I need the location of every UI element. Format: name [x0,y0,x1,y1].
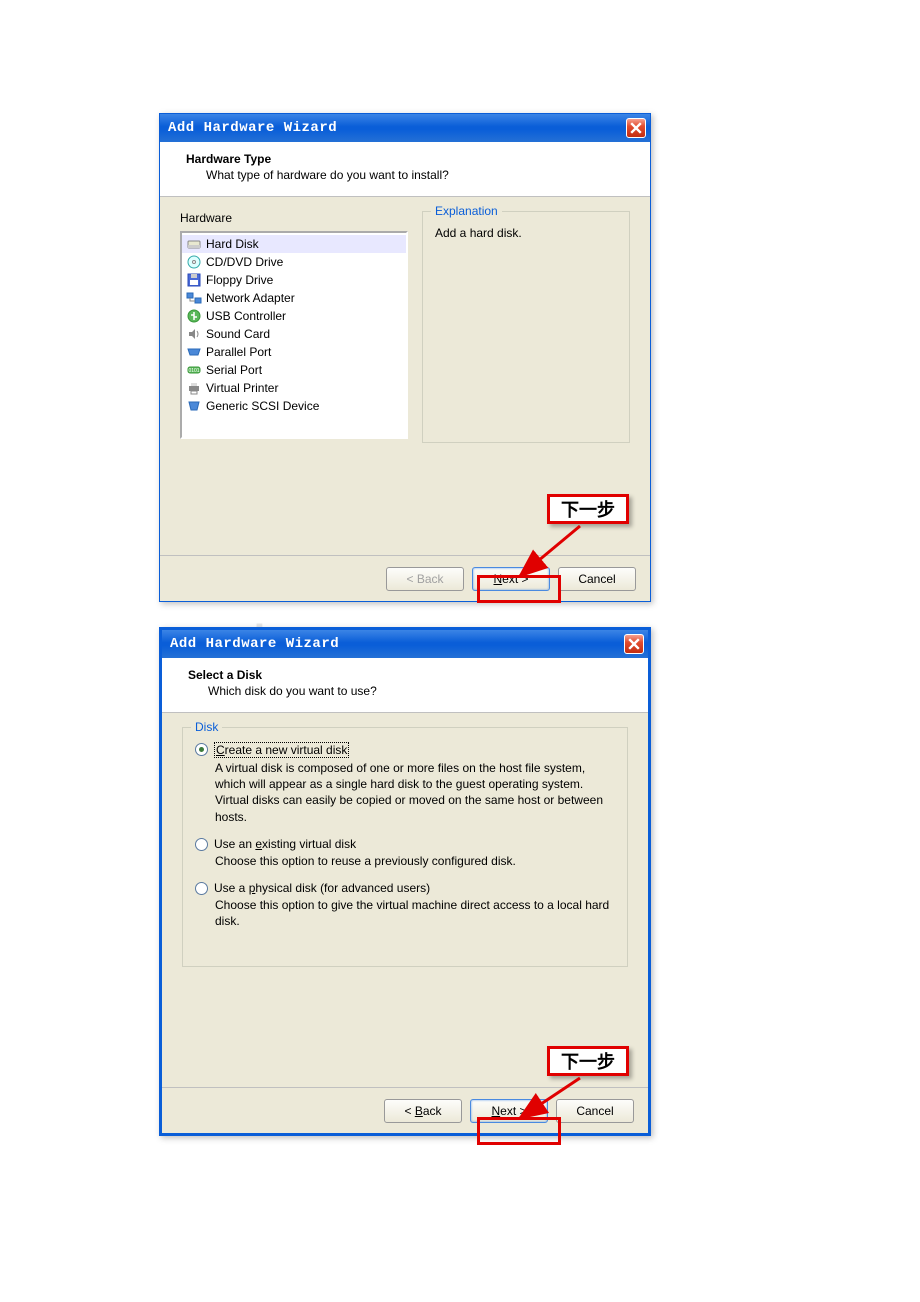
radio-label: Use an existing virtual disk [214,837,356,851]
annotation-callout-next-step: 下一步 [547,494,629,524]
close-icon [628,638,640,650]
radio-label: Use a physical disk (for advanced users) [214,881,430,895]
radio-option-use-physical[interactable]: Use a physical disk (for advanced users) [195,881,615,895]
cancel-button[interactable]: Cancel [558,567,636,591]
radio-label: Create a new virtual disk [214,742,349,758]
list-item-floppy[interactable]: Floppy Drive [182,271,406,289]
close-button[interactable] [624,634,644,654]
scsi-icon [186,398,202,414]
svg-text:0101: 0101 [188,368,199,374]
list-item-network[interactable]: Network Adapter [182,289,406,307]
explanation-legend: Explanation [431,204,502,218]
annotation-highlight-next-button [477,1117,561,1145]
list-item-hard-disk[interactable]: Hard Disk [182,235,406,253]
floppy-icon [186,272,202,288]
list-item-virtual-printer[interactable]: Virtual Printer [182,379,406,397]
wizard-header-title: Select a Disk [188,668,628,682]
radio-description: Choose this option to reuse a previously… [215,853,615,869]
list-item-label: Sound Card [206,327,270,341]
back-button[interactable]: < Back [384,1099,462,1123]
list-item-sound[interactable]: Sound Card [182,325,406,343]
dialog-title: Add Hardware Wizard [170,636,624,652]
list-item-label: USB Controller [206,309,286,323]
radio-description: Choose this option to give the virtual m… [215,897,615,929]
close-icon [630,122,642,134]
radio-description: A virtual disk is composed of one or mor… [215,760,615,825]
list-item-cd-dvd[interactable]: CD/DVD Drive [182,253,406,271]
wizard-header-subtitle: What type of hardware do you want to ins… [186,168,630,182]
list-item-label: Parallel Port [206,345,271,359]
explanation-text: Add a hard disk. [431,224,621,242]
wizard-header-subtitle: Which disk do you want to use? [188,684,628,698]
dialog-title: Add Hardware Wizard [168,120,626,136]
titlebar: Add Hardware Wizard [162,630,648,658]
annotation-callout-next-step: 下一步 [547,1046,629,1076]
list-item-serial[interactable]: 0101 Serial Port [182,361,406,379]
back-button: < Back [386,567,464,591]
list-item-label: Serial Port [206,363,262,377]
list-item-usb[interactable]: USB Controller [182,307,406,325]
wizard-header: Select a Disk Which disk do you want to … [162,658,648,713]
disc-icon [186,254,202,270]
radio-option-create-new[interactable]: Create a new virtual disk [195,742,615,758]
close-button[interactable] [626,118,646,138]
list-item-scsi[interactable]: Generic SCSI Device [182,397,406,415]
serial-port-icon: 0101 [186,362,202,378]
cancel-button[interactable]: Cancel [556,1099,634,1123]
usb-icon [186,308,202,324]
printer-icon [186,380,202,396]
list-item-label: Network Adapter [206,291,295,305]
radio-button[interactable] [195,743,208,756]
radio-button[interactable] [195,882,208,895]
disk-legend: Disk [191,720,222,734]
list-item-label: Virtual Printer [206,381,278,395]
titlebar: Add Hardware Wizard [160,114,650,142]
list-item-label: Generic SCSI Device [206,399,319,413]
parallel-port-icon [186,344,202,360]
wizard-button-row: < Back Next > Cancel [162,1087,648,1133]
list-item-parallel[interactable]: Parallel Port [182,343,406,361]
network-icon [186,290,202,306]
list-item-label: CD/DVD Drive [206,255,283,269]
radio-button[interactable] [195,838,208,851]
list-item-label: Floppy Drive [206,273,273,287]
list-item-label: Hard Disk [206,237,259,251]
wizard-header-title: Hardware Type [186,152,630,166]
radio-option-use-existing[interactable]: Use an existing virtual disk [195,837,615,851]
annotation-highlight-next-button [477,575,561,603]
disk-groupbox: Disk Create a new virtual disk A virtual… [182,727,628,967]
hardware-label: Hardware [180,211,408,225]
sound-icon [186,326,202,342]
hardware-listbox[interactable]: Hard Disk CD/DVD Drive Floppy Drive [180,231,408,439]
hard-disk-icon [186,236,202,252]
add-hardware-wizard-dialog-1: Add Hardware Wizard Hardware Type What t… [159,113,651,602]
wizard-header: Hardware Type What type of hardware do y… [160,142,650,197]
wizard-button-row: < Back Next > Cancel [160,555,650,601]
